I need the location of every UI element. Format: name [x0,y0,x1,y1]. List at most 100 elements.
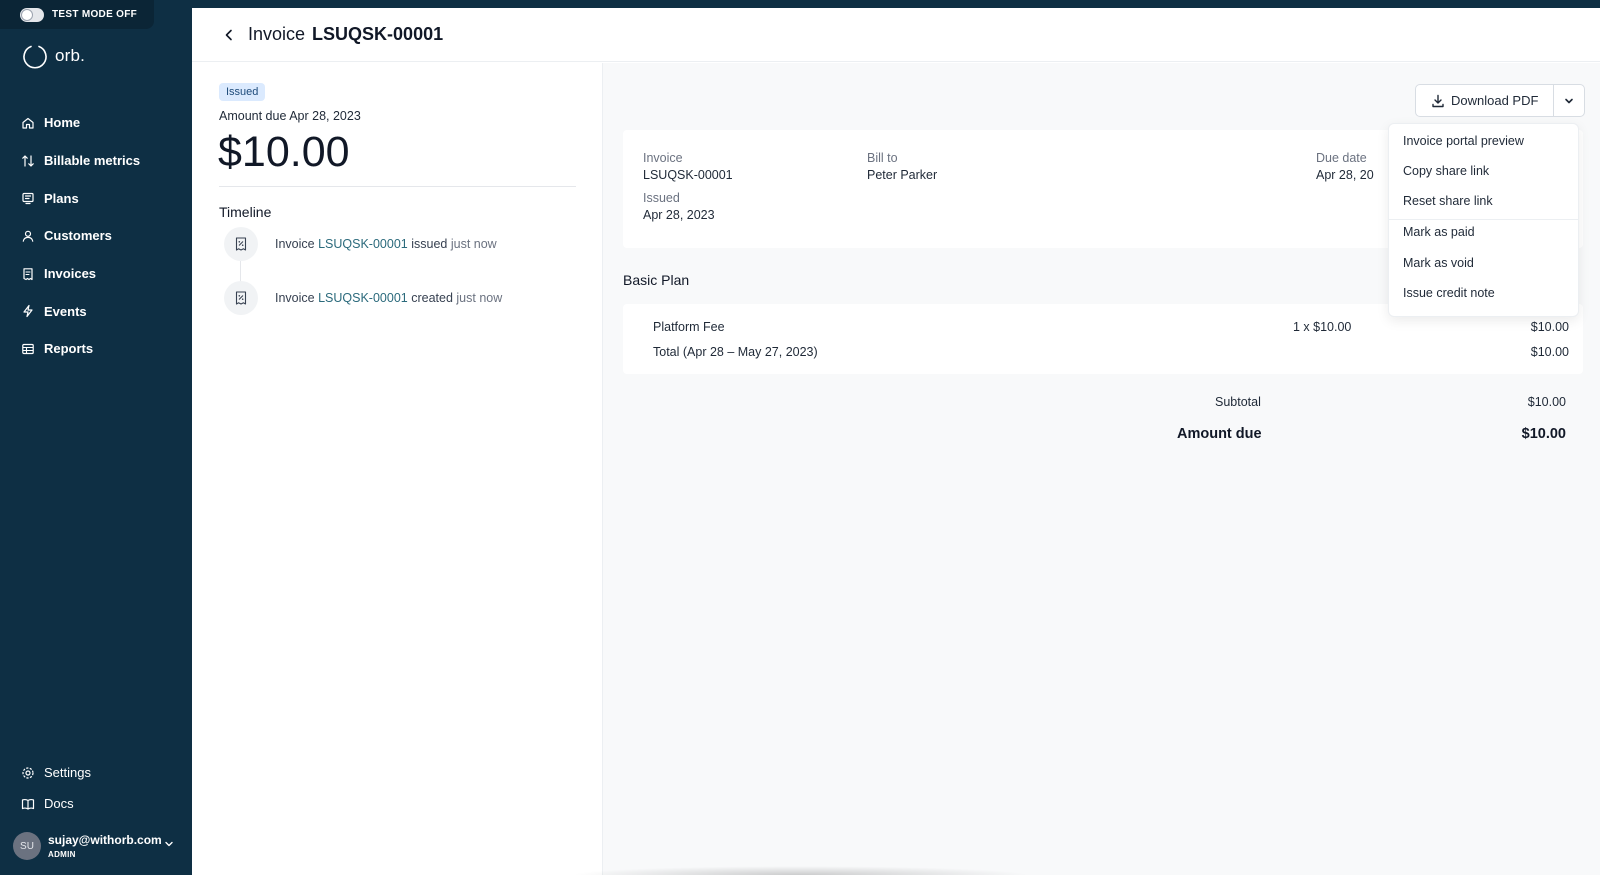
amount-total: $10.00 [218,128,350,176]
issued-label: Issued [643,191,680,205]
invoice-link[interactable]: LSUQSK-00001 [318,237,408,251]
sidebar-item-label: Docs [44,796,74,811]
plans-icon [22,193,34,205]
sidebar-item-label: Reports [44,341,94,357]
line-item-amount: $10.00 [1530,320,1569,334]
timeline-event: Invoice LSUQSK-00001 issued just now [224,227,497,261]
orb-logo-icon [23,45,47,69]
sidebar-nav: Home Billable metrics Plans Customers In… [0,104,192,368]
user-info: sujay@withorb.com ADMIN [48,833,162,859]
toggle-switch[interactable] [20,7,44,22]
amount-due-label: Amount due Apr 28, 2023 [219,109,361,123]
invoice-summary-panel: Issued Amount due Apr 28, 2023 $10.00 Ti… [192,63,603,875]
sidebar-item-label: Plans [44,190,79,206]
sidebar-item-label: Customers [44,228,112,244]
timeline-event-prefix: Invoice [275,237,315,251]
receipt-icon [224,281,258,315]
plan-title: Basic Plan [623,272,690,288]
sidebar-item-reports[interactable]: Reports [0,330,192,368]
receipt-icon [224,227,258,261]
arrows-up-down-icon [22,154,34,167]
sidebar-item-label: Invoices [44,266,97,282]
user-role: ADMIN [48,850,76,859]
due-date-label: Due date [1316,151,1367,165]
sidebar-item-plans[interactable]: Plans [0,179,192,217]
download-icon [1432,94,1444,107]
sidebar-bottom-nav: Settings Docs [0,757,192,819]
brand-name: orb. [55,46,86,65]
menu-divider [1389,219,1578,220]
sidebar-item-billable-metrics[interactable]: Billable metrics [0,142,192,180]
menu-item-reset-share-link[interactable]: Reset share link [1403,194,1493,208]
sidebar-item-settings[interactable]: Settings [0,757,192,788]
menu-item-issue-credit-note[interactable]: Issue credit note [1403,286,1495,300]
bill-to-customer-link[interactable]: Peter Parker [867,168,937,182]
invoice-number-label: Invoice [643,151,683,165]
chevron-down-icon [1565,98,1574,103]
menu-item-mark-as-void[interactable]: Mark as void [1403,256,1474,270]
sidebar-item-docs[interactable]: Docs [0,788,192,819]
timeline-event-text: Invoice LSUQSK-00001 issued just now [275,237,497,251]
sidebar-item-events[interactable]: Events [0,292,192,330]
lightning-icon [23,305,33,318]
window-top-strip [0,0,1600,8]
more-actions-button[interactable] [1554,85,1584,116]
subtotal-value: $10.00 [1527,395,1566,409]
window-edge-shadow [570,866,1030,875]
amount-due-total-label: Amount due [1177,426,1262,442]
timeline-title: Timeline [219,204,272,220]
menu-item-invoice-portal-preview[interactable]: Invoice portal preview [1403,134,1524,148]
timeline-event-time: just now [456,291,503,305]
due-date: Apr 28, 20 [1316,168,1374,182]
download-pdf-button[interactable]: Download PDF [1416,85,1555,116]
user-menu[interactable]: SU sujay@withorb.com ADMIN [13,832,173,860]
invoice-actions-menu: Invoice portal preview Copy share link R… [1388,123,1579,317]
divider [219,186,576,187]
page-header: Invoice LSUQSK-00001 [192,8,1600,62]
page-title: LSUQSK-00001 [312,24,444,44]
sidebar-item-label: Events [44,303,87,319]
menu-item-mark-as-paid[interactable]: Mark as paid [1403,225,1475,239]
test-mode-label: TEST MODE OFF [52,9,138,20]
avatar: SU [13,832,41,860]
timeline-event-action: created [411,291,453,305]
page-title-prefix: Invoice [248,24,306,44]
sidebar-item-label: Billable metrics [44,153,141,169]
line-item-total-amount: $10.00 [1530,345,1569,359]
invoice-number: LSUQSK-00001 [643,168,733,182]
table-icon [22,343,34,355]
download-pdf-label: Download PDF [1451,93,1539,108]
line-item-quantity: 1 x $10.00 [1293,320,1352,334]
test-mode-toggle[interactable]: TEST MODE OFF [0,0,154,29]
timeline-event: Invoice LSUQSK-00001 created just now [224,281,502,315]
timeline-event-text: Invoice LSUQSK-00001 created just now [275,291,502,305]
sidebar-item-label: Settings [44,765,91,780]
receipt-icon [23,267,33,280]
brand-logo[interactable]: orb. [22,43,85,69]
sidebar-item-invoices[interactable]: Invoices [0,255,192,293]
line-item-name: Platform Fee [653,320,725,334]
download-button-group: Download PDF [1415,84,1586,117]
timeline-event-action: issued [411,237,448,251]
back-arrow-icon[interactable] [222,28,236,42]
user-email: sujay@withorb.com [48,833,162,847]
timeline-event-time: just now [450,237,497,251]
sidebar-item-home[interactable]: Home [0,104,192,142]
chevron-down-icon[interactable] [163,838,175,850]
issued-date: Apr 28, 2023 [643,208,715,222]
invoice-link[interactable]: LSUQSK-00001 [318,291,408,305]
status-badge: Issued [219,83,266,101]
line-item-total-label: Total (Apr 28 – May 27, 2023) [653,345,818,359]
home-icon [22,117,34,129]
subtotal-label: Subtotal [1215,395,1261,409]
bill-to-label: Bill to [867,151,898,165]
menu-item-copy-share-link[interactable]: Copy share link [1403,164,1489,178]
gear-icon [22,766,34,779]
sidebar-item-customers[interactable]: Customers [0,217,192,255]
sidebar: TEST MODE OFF orb. Home Billable metrics… [0,0,192,875]
users-icon [22,230,34,242]
timeline-connector [240,261,241,283]
book-icon [21,798,35,810]
timeline-event-prefix: Invoice [275,291,315,305]
sidebar-item-label: Home [44,115,81,131]
